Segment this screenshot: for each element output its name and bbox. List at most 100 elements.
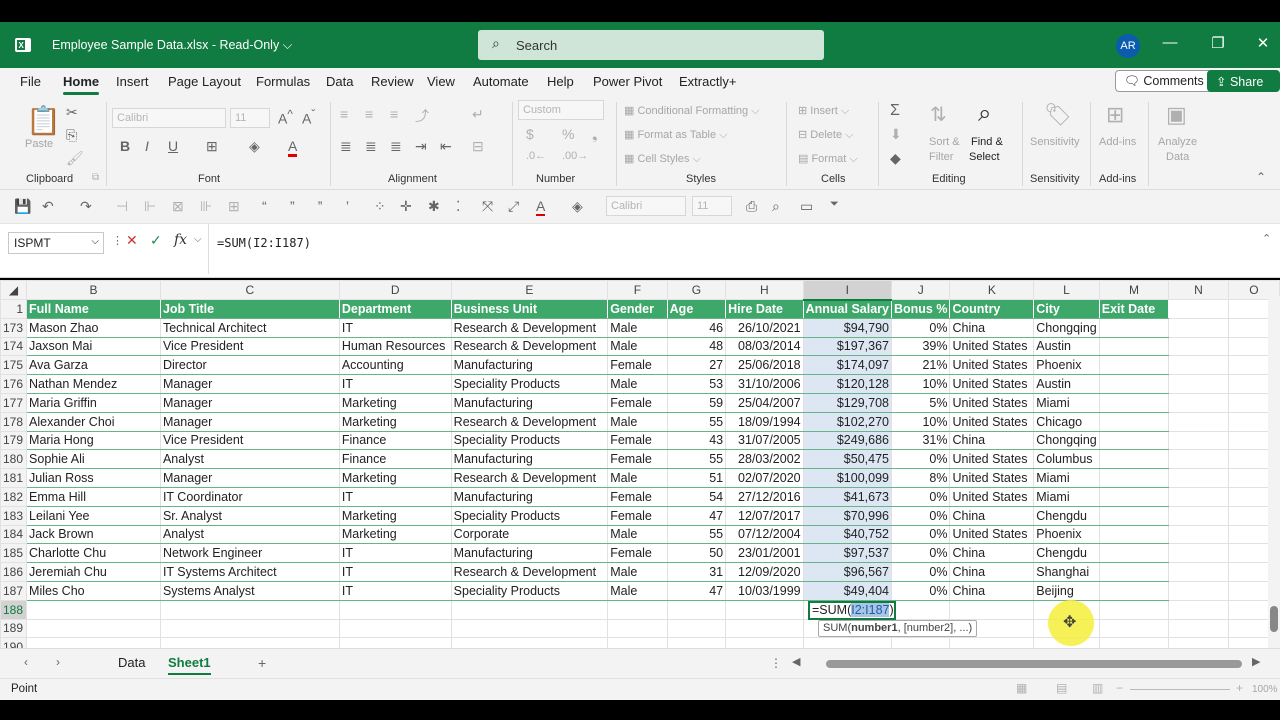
- cell[interactable]: Manufacturing: [450, 355, 609, 376]
- menu-data[interactable]: Data: [326, 74, 353, 89]
- cell[interactable]: $102,270: [802, 411, 892, 432]
- column-title-cell[interactable]: Hire Date: [725, 299, 804, 319]
- cell[interactable]: [666, 599, 727, 620]
- cell[interactable]: 43: [666, 430, 727, 451]
- merge-icon[interactable]: ⊟: [472, 138, 484, 155]
- cell[interactable]: 50: [666, 543, 727, 564]
- next-sheet-icon[interactable]: ›: [56, 655, 60, 669]
- cell[interactable]: Ava Garza: [26, 355, 161, 376]
- cell[interactable]: Corporate: [450, 524, 609, 545]
- row-header[interactable]: 177: [0, 392, 28, 413]
- cell[interactable]: United States: [949, 411, 1035, 432]
- conditional-formatting-button[interactable]: ▦ Conditional Formatting ⌵: [624, 104, 760, 118]
- cell[interactable]: [1168, 580, 1229, 601]
- cell[interactable]: [1098, 580, 1170, 601]
- align-left-icon[interactable]: ≣: [340, 138, 352, 155]
- more-icon[interactable]: ⋮: [770, 656, 782, 670]
- cell[interactable]: Female: [607, 543, 668, 564]
- cell[interactable]: 8%: [890, 468, 951, 488]
- cell[interactable]: 47: [666, 580, 727, 601]
- cell[interactable]: Chicago: [1033, 411, 1100, 432]
- sensitivity-icon[interactable]: 🏷: [1044, 102, 1072, 128]
- cell[interactable]: Sophie Ali: [26, 449, 161, 470]
- column-header-b[interactable]: B: [26, 280, 161, 300]
- vertical-scroll-thumb[interactable]: [1270, 606, 1278, 632]
- column-header-n[interactable]: N: [1168, 280, 1229, 300]
- cell[interactable]: 39%: [890, 336, 951, 357]
- cell[interactable]: IT: [338, 562, 452, 582]
- cell[interactable]: United States: [949, 392, 1035, 413]
- cell[interactable]: IT Systems Architect: [159, 562, 340, 582]
- row-header[interactable]: 183: [0, 505, 28, 526]
- paste-icon[interactable]: 📋: [26, 104, 61, 137]
- cell[interactable]: [159, 618, 340, 639]
- zoom-icon[interactable]: ⌕: [772, 198, 780, 215]
- cell[interactable]: 59: [666, 392, 727, 413]
- cell[interactable]: 25/06/2018: [725, 355, 804, 376]
- cell[interactable]: Chengdu: [1033, 505, 1100, 526]
- cell[interactable]: Male: [607, 524, 668, 545]
- cell[interactable]: Miami: [1033, 468, 1100, 488]
- restore-icon[interactable]: ❐: [1208, 34, 1228, 56]
- cell[interactable]: Marketing: [338, 524, 452, 545]
- cell[interactable]: [949, 599, 1035, 620]
- row-header[interactable]: 176: [0, 374, 28, 394]
- fill-icon[interactable]: ⬇: [890, 126, 902, 143]
- cell[interactable]: [1168, 562, 1229, 582]
- cell[interactable]: $249,686: [802, 430, 892, 451]
- row-header[interactable]: 175: [0, 355, 28, 376]
- row-header[interactable]: 178: [0, 411, 28, 432]
- column-header-j[interactable]: J: [890, 280, 951, 300]
- cell[interactable]: Manufacturing: [450, 486, 609, 507]
- delete-cells-button[interactable]: ⊟ Delete ⌵: [798, 128, 853, 142]
- cell[interactable]: [159, 637, 340, 648]
- cell[interactable]: 0%: [890, 580, 951, 601]
- page-layout-view-icon[interactable]: ▤: [1056, 681, 1067, 695]
- cell[interactable]: [607, 637, 668, 648]
- align-right-icon[interactable]: ≣: [390, 138, 402, 155]
- cell[interactable]: Alexander Choi: [26, 411, 161, 432]
- row-header[interactable]: 190: [0, 637, 28, 648]
- cell[interactable]: $41,673: [802, 486, 892, 507]
- cut-icon[interactable]: ✂: [66, 104, 78, 121]
- scroll-right-icon[interactable]: ▶: [1252, 655, 1260, 668]
- qat-size-dropdown[interactable]: 11: [692, 196, 732, 216]
- cell[interactable]: 08/03/2014: [725, 336, 804, 357]
- align-icon[interactable]: ⊣: [116, 198, 128, 215]
- copy-icon[interactable]: ⎘: [66, 127, 77, 144]
- cell[interactable]: Emma Hill: [26, 486, 161, 507]
- column-title-cell[interactable]: Exit Date: [1098, 299, 1170, 319]
- analyze-label[interactable]: Analyze: [1158, 136, 1197, 148]
- cell[interactable]: [1168, 524, 1229, 545]
- cell[interactable]: Male: [607, 580, 668, 601]
- cell[interactable]: 0%: [890, 486, 951, 507]
- cell[interactable]: $96,567: [802, 562, 892, 582]
- cell[interactable]: Female: [607, 392, 668, 413]
- cell[interactable]: 0%: [890, 562, 951, 582]
- vertical-scrollbar[interactable]: [1268, 296, 1280, 648]
- cell[interactable]: $70,996: [802, 505, 892, 526]
- cell[interactable]: 27/12/2016: [725, 486, 804, 507]
- cell[interactable]: Chongqing: [1033, 317, 1100, 338]
- cell[interactable]: 48: [666, 336, 727, 357]
- prev-sheet-icon[interactable]: ‹: [24, 655, 28, 669]
- zoom-slider[interactable]: [1130, 689, 1230, 690]
- cell[interactable]: 0%: [890, 317, 951, 338]
- cell[interactable]: [1168, 468, 1229, 488]
- menu-extractly[interactable]: Extractly+: [679, 74, 736, 89]
- format-painter-icon[interactable]: 🖌: [66, 150, 84, 167]
- cell[interactable]: [1098, 562, 1170, 582]
- cell[interactable]: 25/04/2007: [725, 392, 804, 413]
- cell[interactable]: Marketing: [338, 411, 452, 432]
- column-title-cell[interactable]: Age: [666, 299, 727, 319]
- cell[interactable]: [1098, 392, 1170, 413]
- cell[interactable]: 12/07/2017: [725, 505, 804, 526]
- column-title-cell[interactable]: Gender: [607, 299, 668, 319]
- cancel-icon[interactable]: ✕: [126, 232, 138, 249]
- cell[interactable]: [1098, 336, 1170, 357]
- row-header[interactable]: 188: [0, 599, 28, 620]
- cell[interactable]: [802, 637, 892, 648]
- cell[interactable]: Maria Griffin: [26, 392, 161, 413]
- cell[interactable]: Speciality Products: [450, 505, 609, 526]
- find-label[interactable]: Find &: [971, 136, 1003, 148]
